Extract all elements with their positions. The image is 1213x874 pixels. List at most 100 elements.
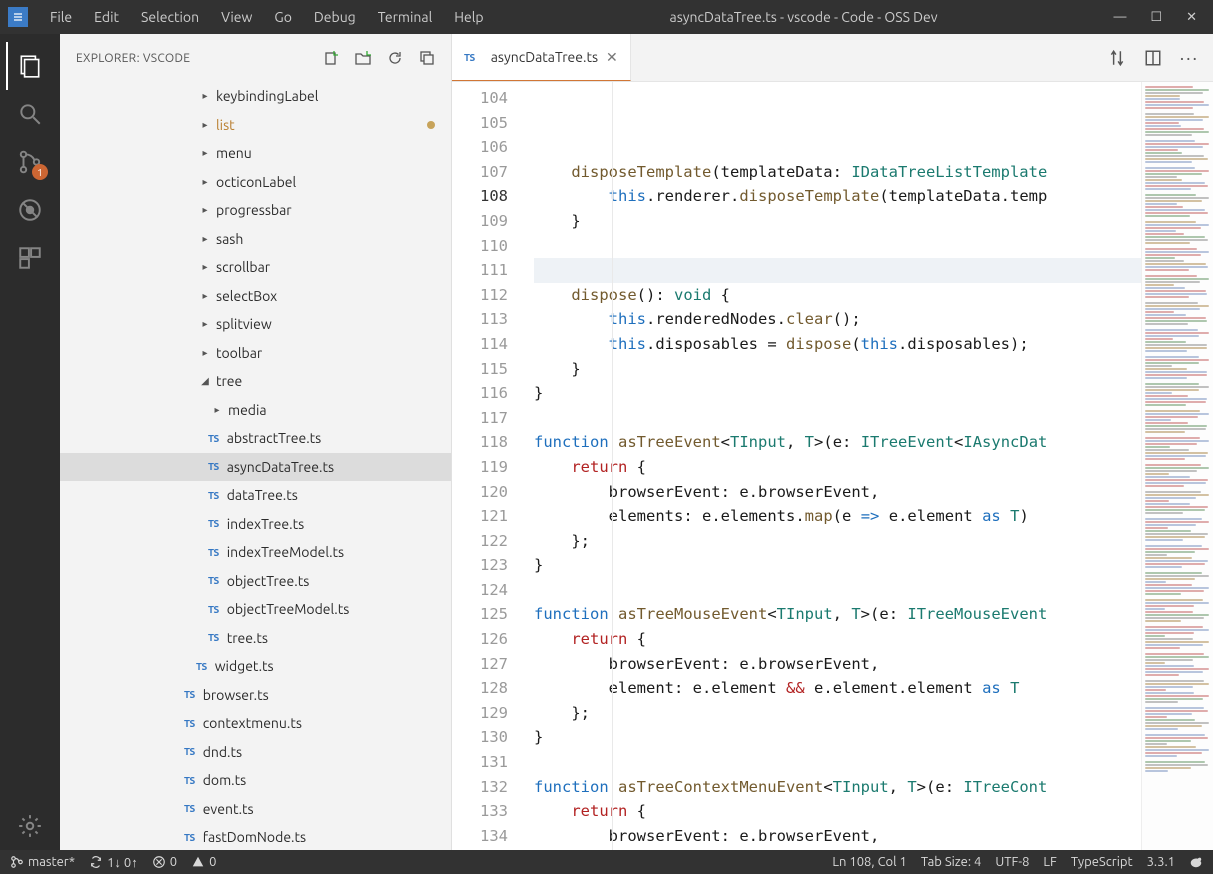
tree-item-tree-ts[interactable]: TStree.ts [60, 624, 451, 653]
code-line: function asTreeEvent<TInput, T>(e: ITree… [534, 430, 1141, 455]
tree-item-event-ts[interactable]: TSevent.ts [60, 795, 451, 824]
menu-view[interactable]: View [211, 5, 262, 29]
menu-help[interactable]: Help [444, 5, 493, 29]
tree-item-abstracttree-ts[interactable]: TS abstractTree.ts [60, 424, 451, 453]
tree-item-objecttree-ts[interactable]: TSobjectTree.ts [60, 567, 451, 596]
tree-item-toolbar[interactable]: ▸toolbar [60, 339, 451, 368]
refresh-icon[interactable] [387, 50, 403, 66]
sidebar-title: EXPLORER: VSCODE [76, 52, 190, 65]
close-button[interactable]: ✕ [1186, 10, 1197, 25]
typescript-icon: TS [208, 518, 219, 529]
tree-item-splitview[interactable]: ▸splitview [60, 310, 451, 339]
tree-item-scrollbar[interactable]: ▸scrollbar [60, 253, 451, 282]
activity-debug[interactable] [6, 186, 54, 234]
tree-item-selectbox[interactable]: ▸selectBox [60, 282, 451, 311]
tab-asyncdatatree[interactable]: TS asyncDataTree.ts ✕ [452, 34, 631, 81]
tree-item-label: tree [216, 373, 242, 389]
code-line: }; [534, 701, 1141, 726]
status-branch[interactable]: master* [10, 855, 75, 869]
status-sync[interactable]: 1↓ 0↑ [89, 855, 138, 870]
activity-explorer[interactable] [6, 42, 54, 90]
typescript-icon: TS [208, 604, 219, 615]
code-line: return { [534, 627, 1141, 652]
twistie-icon: ▸ [200, 119, 210, 131]
activity-settings[interactable] [6, 802, 54, 850]
twistie-icon: ▸ [200, 233, 210, 245]
twistie-icon: ▸ [200, 147, 210, 159]
new-file-icon[interactable] [323, 50, 339, 66]
tree-item-media[interactable]: ▸media [60, 396, 451, 425]
compare-changes-icon[interactable] [1108, 49, 1126, 67]
tree-item-sash[interactable]: ▸sash [60, 225, 451, 254]
tree-item-label: objectTree.ts [227, 573, 310, 589]
tree-item-label: contextmenu.ts [203, 715, 302, 731]
tab-close-icon[interactable]: ✕ [606, 49, 618, 66]
tree-item-progressbar[interactable]: ▸progressbar [60, 196, 451, 225]
tree-item-label: asyncDataTree.ts [227, 459, 334, 475]
status-feedback-icon[interactable] [1189, 855, 1203, 869]
tree-item-tree[interactable]: ◢tree [60, 367, 451, 396]
line-gutter: 1041051061071081091101111121131141151161… [452, 82, 530, 850]
maximize-button[interactable]: ☐ [1150, 10, 1162, 25]
sidebar-header: EXPLORER: VSCODE [60, 34, 451, 82]
tree-item-label: abstractTree.ts [227, 430, 322, 446]
tree-item-widget-ts[interactable]: TS widget.ts [60, 652, 451, 681]
twistie-icon: ▸ [212, 404, 222, 416]
status-ts-version[interactable]: 3.3.1 [1147, 855, 1175, 869]
tree-item-list[interactable]: ▸list [60, 111, 451, 140]
code-line: return { [534, 799, 1141, 824]
tree-item-fastdomnode-ts[interactable]: TSfastDomNode.ts [60, 823, 451, 850]
typescript-icon: TS [196, 661, 207, 672]
more-actions-icon[interactable]: ··· [1180, 48, 1199, 68]
minimize-button[interactable]: — [1113, 10, 1126, 25]
status-tabsize[interactable]: Tab Size: 4 [921, 855, 982, 869]
code-line: } [534, 725, 1141, 750]
tree-item-label: indexTreeModel.ts [227, 544, 344, 560]
line-number: 121 [452, 504, 508, 529]
code-line: function asTreeMouseEvent<TInput, T>(e: … [534, 602, 1141, 627]
line-number: 120 [452, 480, 508, 505]
menu-selection[interactable]: Selection [131, 5, 209, 29]
code-line [534, 406, 1141, 431]
tree-item-indextreemodel-ts[interactable]: TSindexTreeModel.ts [60, 538, 451, 567]
tree-item-keybindinglabel[interactable]: ▸keybindingLabel [60, 82, 451, 111]
status-errors[interactable]: 0 [152, 855, 177, 869]
menu-terminal[interactable]: Terminal [368, 5, 443, 29]
typescript-icon: TS [208, 433, 219, 444]
status-encoding[interactable]: UTF-8 [995, 855, 1029, 869]
activity-scm[interactable]: 1 [6, 138, 54, 186]
code-line [534, 578, 1141, 603]
line-number: 113 [452, 307, 508, 332]
tree-item-objecttreemodel-ts[interactable]: TSobjectTreeModel.ts [60, 595, 451, 624]
tree-item-asyncdatatree-ts[interactable]: TSasyncDataTree.ts [60, 453, 451, 482]
editor-body[interactable]: 1041051061071081091101111121131141151161… [452, 82, 1213, 850]
tree-item-menu[interactable]: ▸menu [60, 139, 451, 168]
tree-item-browser-ts[interactable]: TSbrowser.ts [60, 681, 451, 710]
status-cursor[interactable]: Ln 108, Col 1 [832, 855, 906, 869]
tree-item-label: widget.ts [215, 658, 274, 674]
menu-debug[interactable]: Debug [304, 5, 366, 29]
new-folder-icon[interactable] [355, 50, 371, 66]
activity-bar: 1 [0, 34, 60, 850]
menu-edit[interactable]: Edit [84, 5, 129, 29]
status-language[interactable]: TypeScript [1071, 855, 1133, 869]
minimap[interactable] [1141, 82, 1213, 850]
tree-item-octiconlabel[interactable]: ▸octiconLabel [60, 168, 451, 197]
file-tree[interactable]: ▸keybindingLabel▸list▸menu▸octiconLabel▸… [60, 82, 451, 850]
menu-file[interactable]: File [40, 5, 82, 29]
code-line: element: e.element && e.element.element … [534, 676, 1141, 701]
tree-item-indextree-ts[interactable]: TSindexTree.ts [60, 510, 451, 539]
status-warnings[interactable]: 0 [191, 855, 216, 869]
activity-extensions[interactable] [6, 234, 54, 282]
tree-item-contextmenu-ts[interactable]: TScontextmenu.ts [60, 709, 451, 738]
status-eol[interactable]: LF [1043, 855, 1056, 869]
split-editor-icon[interactable] [1144, 49, 1162, 67]
code-line: this.renderedNodes.clear(); [534, 307, 1141, 332]
tree-item-datatree-ts[interactable]: TSdataTree.ts [60, 481, 451, 510]
tree-item-dnd-ts[interactable]: TSdnd.ts [60, 738, 451, 767]
tree-item-dom-ts[interactable]: TSdom.ts [60, 766, 451, 795]
code-content[interactable]: disposeTemplate(templateData: IDataTreeL… [530, 82, 1141, 850]
activity-search[interactable] [6, 90, 54, 138]
menu-go[interactable]: Go [264, 5, 301, 29]
collapse-all-icon[interactable] [419, 50, 435, 66]
